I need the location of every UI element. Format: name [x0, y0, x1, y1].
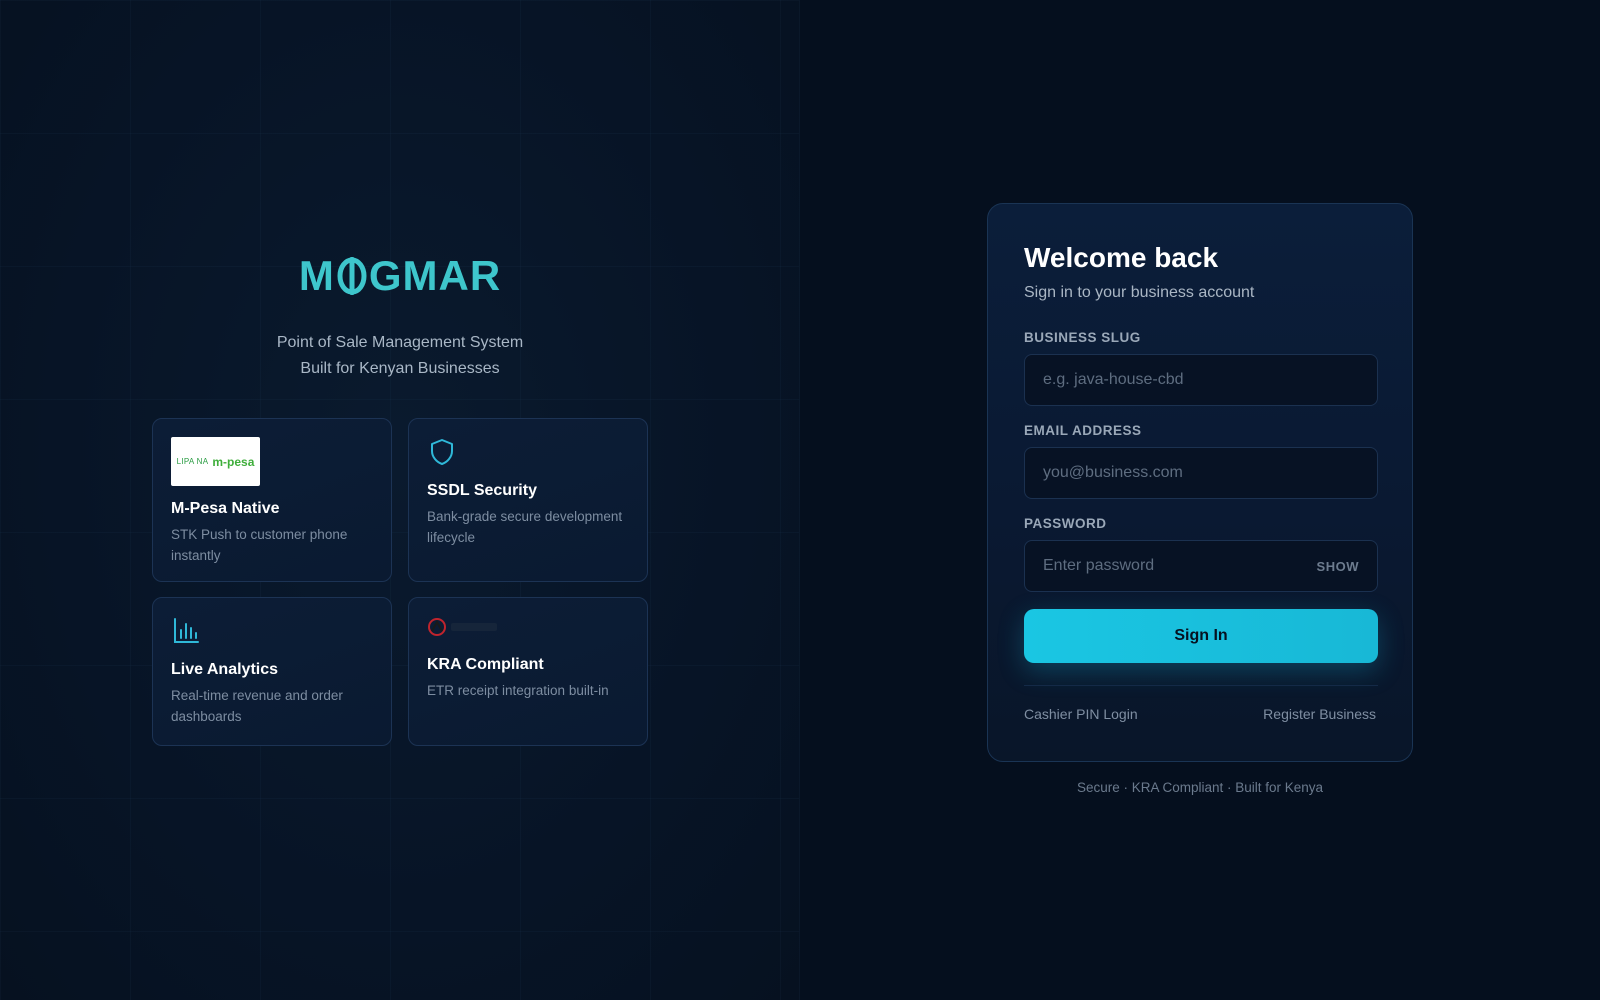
branding-panel: M GMAR Point of Sale Management System B… — [0, 0, 800, 1000]
feature-card-analytics: Live Analytics Real-time revenue and ord… — [152, 597, 392, 746]
grid-background — [0, 0, 799, 1000]
business-slug-field-wrapper — [1024, 354, 1378, 406]
footer-note: Secure · KRA Compliant · Built for Kenya — [1076, 780, 1324, 795]
feature-description: STK Push to customer phone instantly — [171, 527, 348, 563]
feature-card-mpesa: LIPA NA m-pesa M-Pesa Native STK Push to… — [152, 418, 392, 582]
cashier-pin-login-link[interactable]: Cashier PIN Login — [1024, 706, 1138, 722]
feature-description: ETR receipt integration built-in — [427, 683, 609, 698]
logo-gear-icon — [337, 257, 367, 295]
register-business-link[interactable]: Register Business — [1263, 706, 1376, 722]
feature-title: M-Pesa Native — [171, 500, 280, 517]
bar-chart-icon — [174, 618, 199, 643]
shield-icon — [431, 439, 453, 465]
feature-description: Bank-grade secure development lifecycle — [427, 509, 623, 545]
divider — [1024, 685, 1378, 686]
business-slug-input[interactable] — [1025, 355, 1377, 405]
feature-title: SSDL Security — [427, 482, 537, 499]
kra-wordmark — [451, 623, 497, 631]
kra-emblem-icon — [428, 618, 446, 636]
feature-title: Live Analytics — [171, 661, 279, 678]
login-subtitle: Sign in to your business account — [1024, 284, 1255, 301]
logo-letter-m: M — [298, 252, 335, 299]
tagline-line-1: Point of Sale Management System — [276, 334, 524, 351]
email-field-wrapper — [1024, 447, 1378, 499]
business-slug-label: BUSINESS SLUG — [1024, 330, 1141, 345]
feature-card-kra: KRA Compliant ETR receipt integration bu… — [408, 597, 648, 746]
email-input[interactable] — [1025, 448, 1377, 498]
mpesa-logo: LIPA NA m-pesa — [171, 437, 260, 486]
login-card: Welcome back Sign in to your business ac… — [987, 203, 1413, 762]
sign-in-button[interactable]: Sign In — [1024, 609, 1378, 663]
email-label: EMAIL ADDRESS — [1024, 423, 1142, 438]
app-logo: M GMAR — [299, 252, 501, 300]
feature-card-security: SSDL Security Bank-grade secure developm… — [408, 418, 648, 582]
tagline-line-2: Built for Kenyan Businesses — [300, 360, 500, 377]
brand-header: M GMAR — [0, 252, 800, 300]
tagline: Point of Sale Management System Built fo… — [0, 330, 800, 382]
show-password-button[interactable]: SHOW — [1317, 541, 1359, 593]
password-field-wrapper: SHOW — [1024, 540, 1378, 592]
logo-letters-rest: GMAR — [368, 252, 502, 299]
feature-description: Real-time revenue and order dashboards — [171, 688, 343, 724]
mpesa-logo-small-text: LIPA NA — [176, 457, 209, 466]
mpesa-logo-brand-text: m-pesa — [212, 454, 255, 469]
feature-title: KRA Compliant — [427, 656, 544, 673]
login-title: Welcome back — [1024, 242, 1219, 273]
kra-logo — [427, 616, 499, 638]
password-label: PASSWORD — [1024, 516, 1107, 531]
